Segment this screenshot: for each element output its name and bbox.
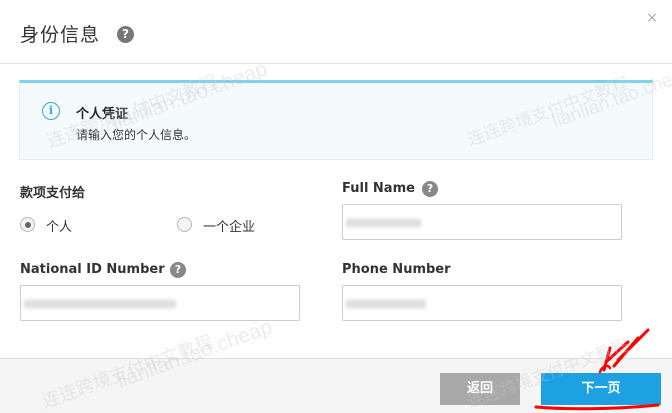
full-name-input[interactable] [342, 204, 622, 240]
redacted-value [346, 218, 421, 228]
payment-to-label: 款项支付给 [20, 186, 86, 201]
phone-number-input[interactable] [342, 285, 622, 321]
redacted-value [346, 299, 426, 309]
national-id-input[interactable] [20, 285, 300, 321]
notice-title: 个人凭证 [76, 107, 129, 122]
identity-info-dialog: 身份信息 ? × i 个人凭证 请输入您的个人信息。 款项支付给 个人 一个企业… [0, 0, 672, 413]
dialog-header: 身份信息 ? × [0, 0, 672, 64]
national-id-help-icon[interactable]: ? [170, 262, 186, 278]
national-id-label: National ID Number [20, 262, 165, 277]
title-help-icon[interactable]: ? [117, 26, 134, 43]
redacted-value [24, 299, 176, 309]
next-button[interactable]: 下一页 [541, 373, 661, 405]
radio-individual-label[interactable]: 个人 [46, 216, 72, 235]
phone-number-label: Phone Number [342, 262, 451, 277]
close-icon[interactable]: × [646, 10, 658, 26]
radio-business[interactable] [177, 217, 192, 232]
back-button[interactable]: 返回 [440, 373, 520, 405]
radio-individual[interactable] [20, 217, 35, 232]
notice-description: 请输入您的个人信息。 [76, 128, 197, 142]
full-name-help-icon[interactable]: ? [422, 181, 438, 197]
dialog-title: 身份信息 [20, 24, 101, 46]
info-icon: i [42, 102, 60, 120]
dialog-footer: 返回 下一页 [0, 358, 672, 413]
full-name-label: Full Name [342, 181, 415, 196]
radio-business-label[interactable]: 一个企业 [203, 216, 255, 235]
info-notice: i 个人凭证 请输入您的个人信息。 [19, 80, 653, 160]
